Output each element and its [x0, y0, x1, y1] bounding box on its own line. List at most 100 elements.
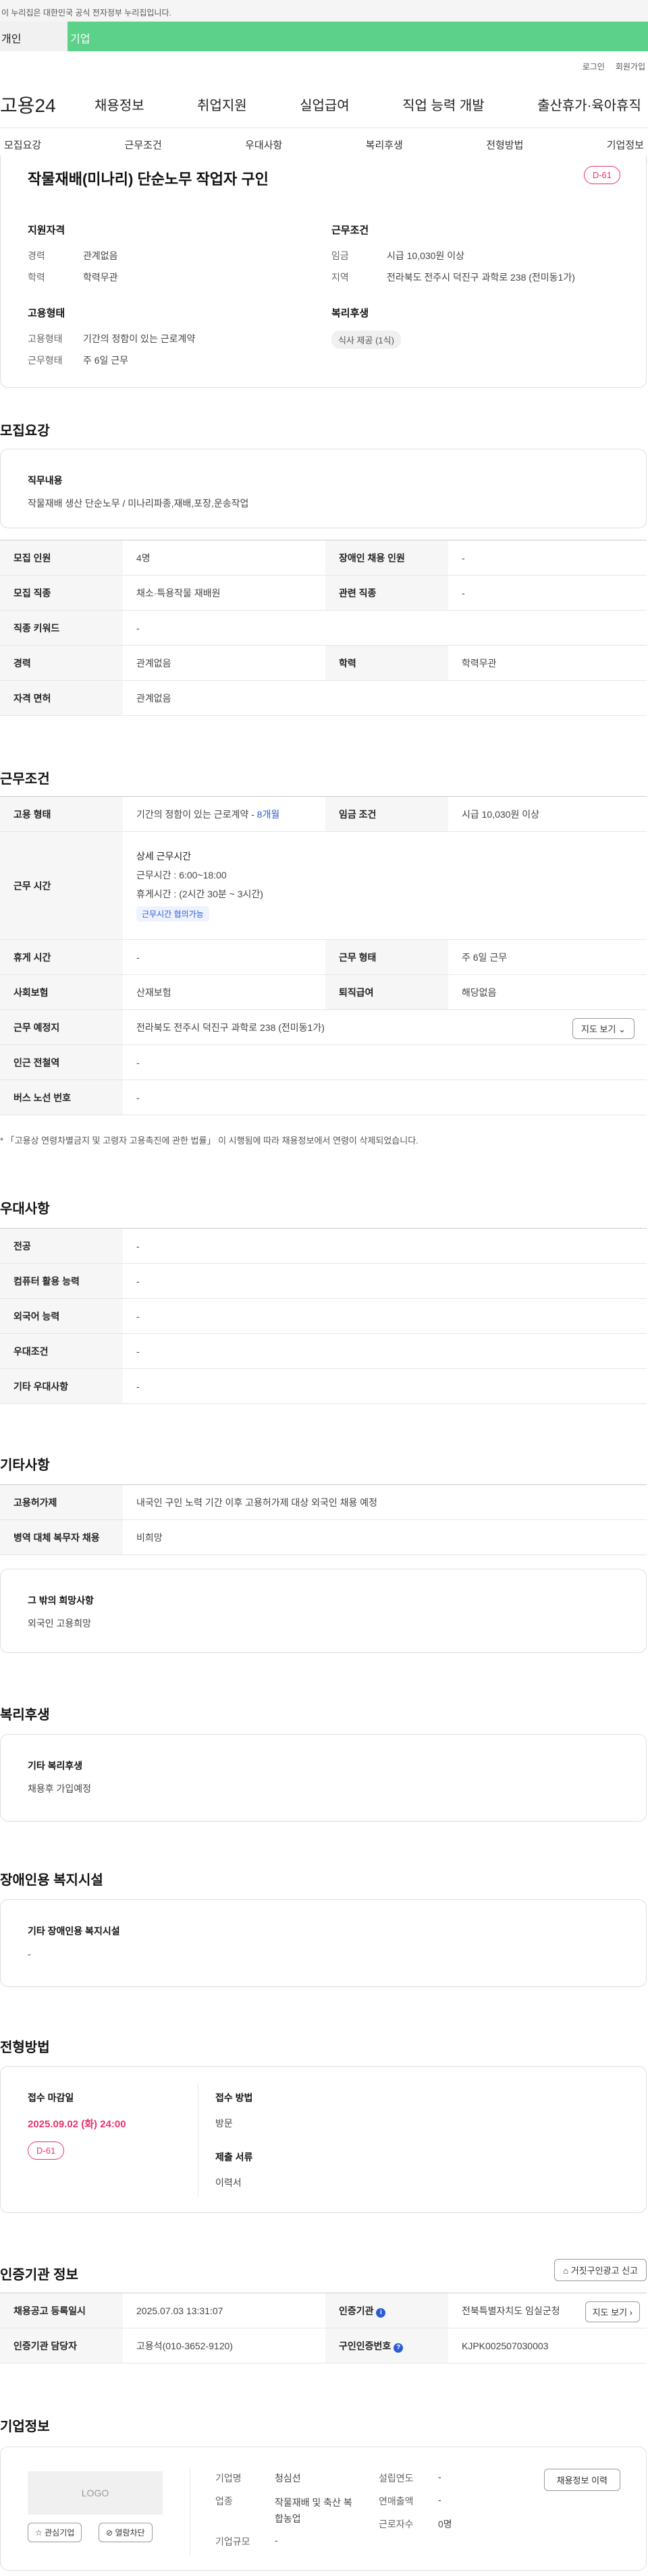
cell-header: 모집 인원 [0, 540, 123, 576]
utility-menu: 로그인 회원가입 [0, 51, 648, 81]
cell-header: 경력 [0, 645, 123, 681]
map-button[interactable]: 지도 보기 ⌄ [572, 1018, 634, 1039]
company-name-value: 청심선 [275, 2473, 301, 2484]
table-row: 병역 대체 복무자 채용 비희망 [0, 1519, 647, 1555]
agency-title: 인증기관 정보 [0, 2268, 78, 2283]
time-work: 근무시간 : 6:00~18:00 [136, 870, 227, 880]
sales-key: 연매출액 [379, 2496, 414, 2507]
docs-title: 제출 서류 [215, 2152, 253, 2162]
table-row: 근무 시간 상세 근무시간 근무시간 : 6:00~18:00 휴게시간 : (… [0, 831, 647, 940]
gnb-leave[interactable]: 출산휴가·육아휴직 [531, 94, 648, 114]
cell-header: 구인인증번호 ? [325, 2328, 448, 2363]
gnb-training[interactable]: 직업 능력 개발 [396, 94, 491, 114]
welfare-section-title: 복리후생 [0, 1708, 50, 1723]
emptype-key: 고용형태 [28, 333, 63, 344]
report-button-label: 거짓구인광고 신고 [570, 2266, 638, 2276]
recruit-title: 모집요강 [0, 424, 50, 439]
favorite-button[interactable]: ☆ 관심기업 [28, 2523, 82, 2542]
cell-header: 전공 [0, 1228, 123, 1264]
size-key: 기업규모 [215, 2536, 250, 2547]
cell-value: 내국인 구인 노력 기간 이후 고용허가제 대상 외국인 채용 예정 [123, 1484, 647, 1520]
gnb-support[interactable]: 취업지원 [190, 94, 254, 114]
cell-header: 기타 우대사항 [0, 1368, 123, 1404]
cell-value: - [123, 1368, 647, 1404]
welfare-card: 기타 복리후생 채용후 가입예정 [0, 1734, 647, 1822]
edu-value: 학력무관 [83, 272, 118, 283]
join-link[interactable]: 회원가입 [616, 61, 645, 72]
emp-title: 고용형태 [28, 308, 65, 319]
cell-value: 2025.07.03 13:31:07 [123, 2293, 325, 2328]
dday-badge: D-61 [583, 166, 620, 184]
tab-personal[interactable]: 개인 [0, 22, 68, 51]
subnav-screening[interactable]: 전형방법 [482, 138, 527, 152]
subnav-welfare[interactable]: 복리후생 [362, 138, 407, 152]
cell-value: - [448, 540, 647, 576]
company-logo: LOGO [28, 2471, 163, 2515]
welfare-card-title: 기타 복리후생 [28, 1760, 83, 1771]
method-value: 방문 [215, 2118, 233, 2129]
welfare-title: 복리후생 [331, 308, 369, 319]
table-row: 자격 면허 관계없음 [0, 680, 647, 716]
company-title: 기업정보 [0, 2419, 50, 2434]
time-title: 상세 근무시간 [136, 851, 192, 862]
table-row: 휴게 시간 - 근무 형태 주 6일 근무 [0, 939, 647, 975]
gnb-jobs[interactable]: 채용정보 [88, 94, 151, 114]
cell-value: - [123, 1080, 647, 1115]
org-header-label: 인증기관 [339, 2305, 374, 2316]
qual-title: 지원자격 [28, 225, 65, 236]
duty-title: 직무내용 [28, 475, 63, 486]
other-title: 그 밖의 희망사항 [28, 1595, 94, 1606]
time-break: 휴게시간 : (2시간 30분 ~ 3시간) [136, 889, 263, 899]
etc-table: 고용허가제 내국인 구인 노력 기간 이후 고용허가제 대상 외국인 채용 예정 … [0, 1484, 647, 1555]
top-tabs: 개인 기업 [0, 22, 648, 51]
screening-card: 접수 마감일 2025.09.02 (화) 24:00 D-61 접수 방법 방… [0, 2066, 647, 2213]
table-row: 직종 키워드 - [0, 610, 647, 646]
agency-map-button[interactable]: 지도 보기 › [585, 2301, 640, 2322]
tab-corporate[interactable]: 기업 [68, 22, 648, 51]
report-icon: ⌂ [563, 2266, 569, 2276]
cell-header: 퇴직급여 [325, 974, 448, 1010]
cell-header: 인증기관 담당자 [0, 2328, 123, 2363]
cell-value: KJPK002507030003 [448, 2328, 647, 2363]
gov-banner: 이 누리집은 대한민국 공식 전자정부 누리집입니다. [0, 0, 648, 22]
info-icon[interactable]: ? [394, 2343, 404, 2353]
cell-value: 관계없음 [123, 645, 325, 681]
cell-value: - [123, 939, 325, 975]
career-key: 경력 [28, 250, 45, 261]
cell-value: - [123, 610, 647, 646]
login-link[interactable]: 로그인 [583, 61, 605, 72]
info-icon[interactable]: i [376, 2307, 386, 2318]
cell-header: 모집 직종 [0, 575, 123, 611]
table-row: 기타 우대사항 - [0, 1368, 647, 1404]
site-logo[interactable]: 고용24 [0, 91, 88, 118]
table-row: 사회보험 산재보험 퇴직급여 해당없음 [0, 974, 647, 1010]
history-button[interactable]: 채용정보 이력 [543, 2469, 620, 2491]
table-row: 인근 전철역 - [0, 1044, 647, 1080]
cell-value: 전북특별자치도 임실군청 지도 보기 › [448, 2293, 647, 2328]
cell-value: - [123, 1044, 647, 1080]
staff-value: 0명 [438, 2519, 452, 2529]
subnav-company[interactable]: 기업정보 [603, 138, 648, 152]
screening-dday-badge: D-61 [28, 2141, 65, 2160]
main-nav: 고용24 채용정보 취업지원 실업급여 직업 능력 개발 출산휴가·육아휴직 [0, 81, 648, 128]
cell-value: 시급 10,030원 이상 [448, 796, 647, 832]
gnb-benefit[interactable]: 실업급여 [293, 94, 356, 114]
company-card: LOGO ☆ 관심기업 ⊘ 열람차단 기업명 청심선 업종 작물재배 및 축산 복합… [0, 2446, 647, 2571]
job-title: 작물재배(미나리) 단순노무 작업자 구인 [28, 171, 269, 188]
block-button[interactable]: ⊘ 열람차단 [99, 2523, 153, 2542]
subnav-workcond[interactable]: 근무조건 [121, 138, 166, 152]
cell-value: 학력무관 [448, 645, 647, 681]
cell-header: 근무 시간 [0, 831, 123, 940]
industry-value: 작물재배 및 축산 복합농업 [275, 2497, 352, 2524]
cell-header: 직종 키워드 [0, 610, 123, 646]
region-value: 전라북도 전주시 덕진구 과학로 238 (전미동1가) [387, 272, 575, 283]
subnav-recruit[interactable]: 모집요강 [0, 138, 45, 152]
size-value: - [275, 2535, 278, 2546]
cell-value: 주 6일 근무 [448, 939, 647, 975]
pref-table: 전공 - 컴퓨터 활용 능력 - 외국어 능력 - 우대조건 - 기타 우대사항 - [0, 1228, 647, 1404]
subnav-pref[interactable]: 우대사항 [241, 138, 286, 152]
report-button[interactable]: ⌂ 거짓구인광고 신고 [554, 2259, 647, 2281]
cell-header: 사회보험 [0, 974, 123, 1010]
cell-value: 산재보험 [123, 974, 325, 1010]
cell-value: 관계없음 [123, 680, 647, 716]
